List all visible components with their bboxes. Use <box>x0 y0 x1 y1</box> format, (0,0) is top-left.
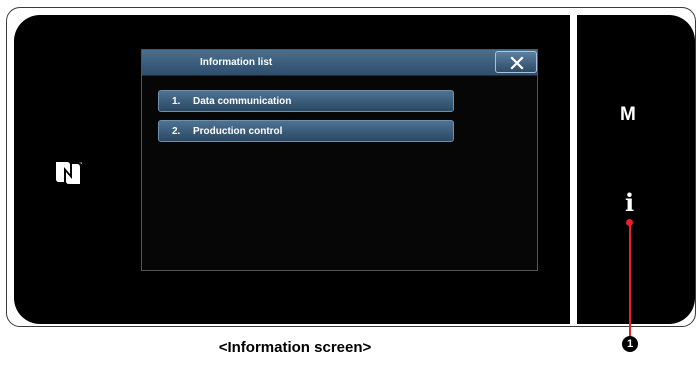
list-item-label: Production control <box>193 126 283 137</box>
dialog-title-bar: Information list <box>142 50 537 76</box>
list-item-number: 1. <box>172 96 181 107</box>
side-key-panel <box>577 15 695 324</box>
nfc-icon: ™ <box>56 161 82 184</box>
list-item-data-communication[interactable]: 1. Data communication <box>158 90 454 112</box>
dialog-title: Information list <box>200 57 273 68</box>
callout-line <box>629 224 631 336</box>
information-key[interactable]: i <box>625 188 634 217</box>
close-icon <box>510 56 524 70</box>
list-item-number: 2. <box>172 126 181 137</box>
menu-key[interactable]: M <box>620 104 636 126</box>
screen-caption: <Information screen> <box>218 339 372 356</box>
close-button[interactable] <box>495 51 537 73</box>
list-item-label: Data communication <box>193 96 292 107</box>
svg-text:™: ™ <box>79 161 82 166</box>
information-list-dialog: Information list 1. Data communication 2… <box>141 49 538 271</box>
callout-marker: 1 <box>622 336 638 352</box>
list-item-production-control[interactable]: 2. Production control <box>158 120 454 142</box>
